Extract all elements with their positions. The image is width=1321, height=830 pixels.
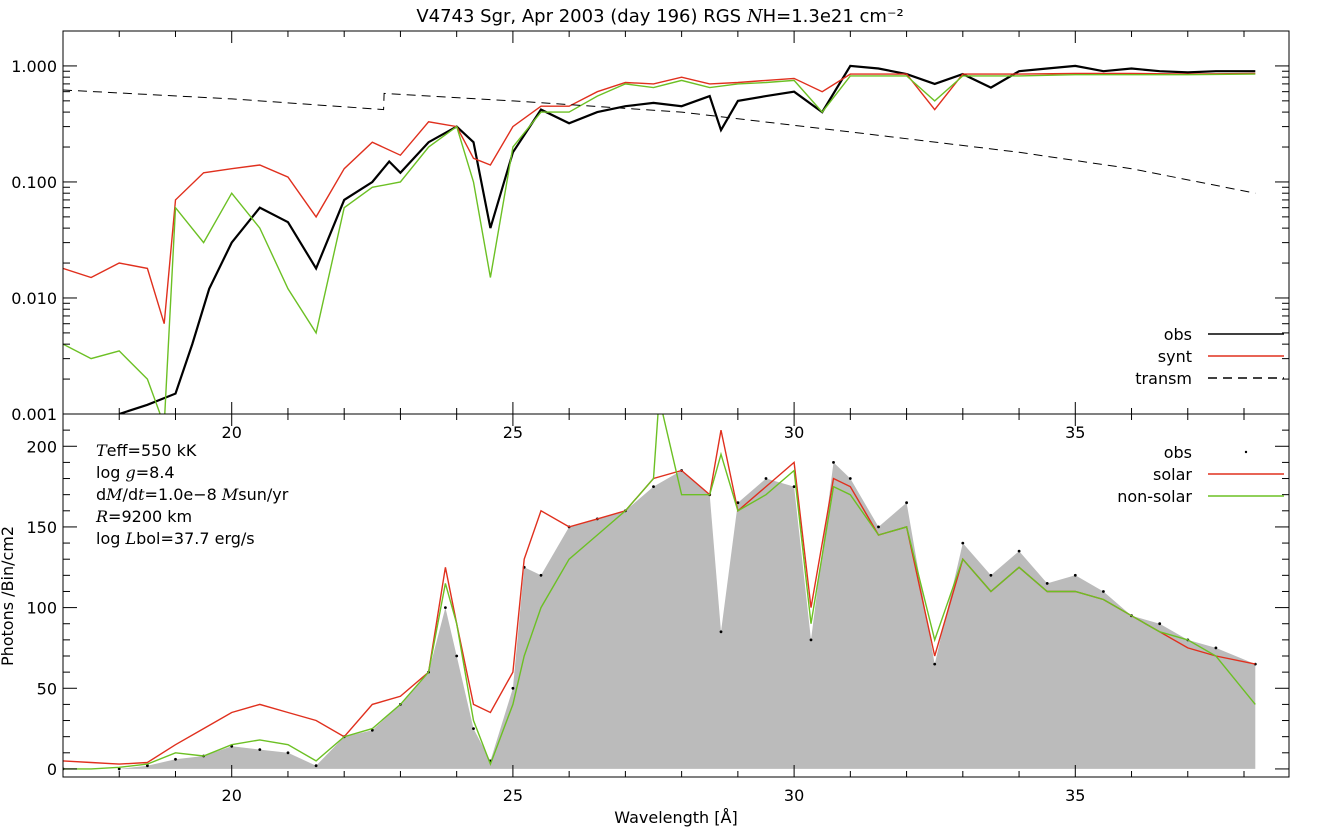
bottom-obs-point xyxy=(652,485,655,488)
bottom-x-tick-label: 25 xyxy=(503,786,523,805)
bottom-obs-point xyxy=(877,525,880,529)
bottom-obs-point xyxy=(989,573,993,577)
top-series-synt xyxy=(63,72,1256,324)
bottom-series-layer xyxy=(63,414,1257,771)
top-series-layer xyxy=(63,64,1256,414)
bottom-legend: obs solar non-solar xyxy=(1117,443,1284,506)
bottom-obs-point xyxy=(1214,646,1218,650)
title-rest: H=1.3e21 cm⁻² xyxy=(763,6,904,27)
figure: V4743 Sgr, Apr 2003 (day 196) RGS NH=1.3… xyxy=(0,6,1290,827)
x-axis-label: Wavelength [Å] xyxy=(614,808,737,827)
bottom-legend-label: solar xyxy=(1153,465,1192,484)
top-legend-label: synt xyxy=(1158,347,1192,366)
top-y-tick-label: 0.010 xyxy=(11,289,57,308)
bottom-y-tick-label: 150 xyxy=(26,518,57,537)
bottom-obs-point xyxy=(832,461,835,464)
top-series-obs xyxy=(118,64,1256,414)
bottom-y-tick-label: 100 xyxy=(26,599,57,618)
top-legend-label: transm xyxy=(1135,369,1192,388)
bottom-obs-point xyxy=(719,630,723,634)
top-series-transm xyxy=(63,89,1256,194)
bottom-obs-point xyxy=(472,727,475,730)
bottom-y-tick-label: 0 xyxy=(47,760,57,779)
bottom-x-tick-label: 20 xyxy=(222,786,242,805)
parameter-annotation: R=9200 km xyxy=(95,507,192,526)
bottom-obs-point xyxy=(1102,590,1105,593)
bottom-y-tick-label: 50 xyxy=(37,679,57,698)
parameter-annotation: log Lbol=37.7 erg/s xyxy=(96,529,255,548)
top-y-tick-label: 1.000 xyxy=(11,57,57,76)
top-legend: obs synt transm xyxy=(1135,325,1284,388)
bottom-obs-point xyxy=(764,477,768,480)
parameter-annotation: log g=8.4 xyxy=(96,463,175,482)
bottom-obs-point xyxy=(511,686,515,690)
title-symbol: N xyxy=(746,6,764,27)
bottom-obs-point xyxy=(905,501,908,505)
bottom-obs-point xyxy=(933,662,937,666)
bottom-y-tick-label: 200 xyxy=(26,437,57,456)
bottom-series-obs-area xyxy=(63,462,1256,769)
bottom-x-tick-label: 30 xyxy=(784,786,804,805)
bottom-obs-point xyxy=(1017,549,1021,553)
bottom-obs-point xyxy=(444,606,447,609)
bottom-obs-point xyxy=(258,748,262,751)
parameter-annotation: Teff=550 kK xyxy=(96,441,197,460)
bottom-x-tick-label: 35 xyxy=(1065,786,1085,805)
parameter-annotation: dM/dt=1.0e−8 Msun/yr xyxy=(96,485,289,504)
title-prefix: V4743 Sgr, Apr 2003 (day 196) RGS xyxy=(416,6,747,27)
bottom-obs-point xyxy=(1073,573,1077,577)
bottom-legend-label: obs xyxy=(1164,443,1192,462)
bottom-obs-point xyxy=(286,751,290,755)
top-panel: 20 25 30 350.0010.0100.1001.000 obssynttran… xyxy=(11,30,1290,442)
bottom-legend-swatch xyxy=(1244,450,1248,454)
bottom-obs-point xyxy=(455,654,459,658)
bottom-panel: 20 25 30 35 0 50 100 150 200 obs solar non-solar T… xyxy=(26,413,1290,805)
y-axis-label: Photons /Bin/cm2 xyxy=(0,526,17,666)
bottom-obs-point xyxy=(961,541,965,545)
bottom-obs-point xyxy=(314,764,318,768)
bottom-obs-point xyxy=(1158,622,1162,626)
top-axis-ticks: 20 25 30 350.0010.0100.1001.000 xyxy=(11,30,1289,442)
top-y-tick-label: 0.100 xyxy=(11,173,57,192)
bottom-obs-point xyxy=(1045,582,1049,585)
chart-title: V4743 Sgr, Apr 2003 (day 196) RGS NH=1.3… xyxy=(416,6,903,27)
top-y-tick-label: 0.001 xyxy=(11,405,57,424)
parameter-annotations: Teff=550 kK log g=8.4 dM/dt=1.0e−8 Msun/yr… xyxy=(95,441,289,548)
bottom-obs-point xyxy=(848,477,852,480)
bottom-legend-label: non-solar xyxy=(1117,487,1192,506)
bottom-obs-point xyxy=(809,638,813,642)
bottom-obs-point xyxy=(539,573,543,577)
top-legend-label: obs xyxy=(1164,325,1192,344)
top-series-non-solar xyxy=(63,73,1256,414)
bottom-obs-point xyxy=(174,757,177,761)
